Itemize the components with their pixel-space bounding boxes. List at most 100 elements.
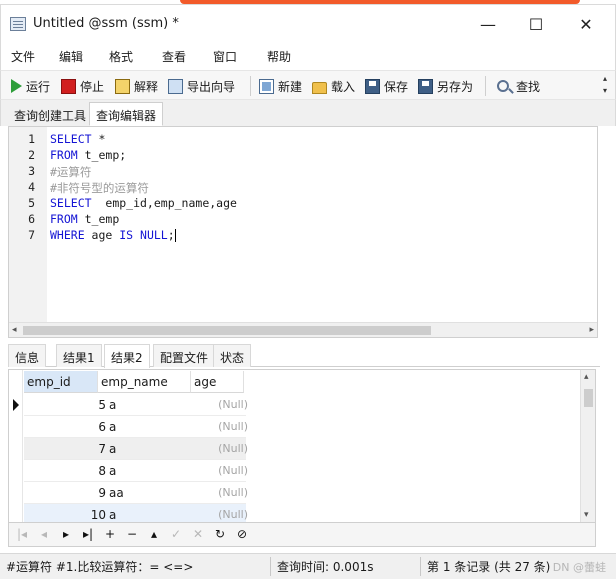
run-button[interactable]: 运行	[11, 77, 50, 95]
editor-tab-strip: 查询创建工具 查询编辑器	[0, 100, 616, 126]
sql-text: emp_id,emp_name,age	[91, 196, 237, 210]
search-icon	[497, 80, 509, 92]
tab-status[interactable]: 状态	[213, 344, 252, 367]
run-label: 运行	[26, 79, 51, 94]
cell-emp-id[interactable]: 5	[24, 398, 106, 412]
table-row[interactable]: 10 a (Null)	[24, 504, 248, 522]
menu-view[interactable]: 查看	[162, 48, 186, 65]
stop-button[interactable]: ⊘	[235, 527, 249, 541]
explain-label: 解释	[134, 79, 159, 94]
cell-emp-id[interactable]: 6	[24, 420, 106, 434]
status-record-info: 第 1 条记录 (共 27 条)	[427, 560, 551, 574]
toolbar: 运行 停止 解释 导出向导 新建 载入 保存 另存为 查找 ▴ ▾	[0, 70, 616, 100]
toolbar-divider	[250, 76, 251, 96]
tab-query-builder[interactable]: 查询创建工具	[7, 102, 93, 126]
scrollbar-thumb[interactable]	[584, 389, 593, 407]
refresh-button[interactable]: ↻	[213, 527, 227, 541]
menu-edit[interactable]: 编辑	[59, 48, 83, 65]
line-number: 4	[28, 180, 35, 194]
scroll-right-icon[interactable]: ▸	[589, 325, 594, 335]
status-query-time: 查询时间: 0.001s	[277, 560, 374, 574]
find-label: 查找	[516, 79, 541, 94]
sql-keyword: FROM	[50, 148, 78, 162]
cell-emp-name[interactable]: a	[109, 464, 116, 478]
delete-record-button[interactable]: −	[125, 527, 139, 541]
scrollbar-thumb[interactable]	[23, 326, 431, 335]
apply-changes-button[interactable]: ▴	[147, 527, 161, 541]
cell-emp-name[interactable]: a	[109, 398, 116, 412]
save-as-button[interactable]: 另存为	[418, 77, 473, 95]
close-icon[interactable]: ✕	[563, 9, 609, 39]
cell-emp-name[interactable]: a	[109, 442, 116, 456]
tab-result-1[interactable]: 结果1	[56, 344, 102, 367]
scroll-down-icon[interactable]: ▾	[584, 510, 589, 520]
discard-button[interactable]: ✕	[191, 527, 205, 541]
load-button[interactable]: 载入	[312, 77, 355, 95]
tab-query-editor[interactable]: 查询编辑器	[89, 102, 164, 126]
code-line: SELECT emp_id,emp_name,age	[50, 196, 237, 210]
menu-window[interactable]: 窗口	[213, 48, 237, 65]
sql-editor[interactable]: 1 2 3 4 5 6 7 SELECT * FROM t_emp; #运算符 #非符号型的运算符…	[8, 126, 598, 338]
cell-emp-id[interactable]: 7	[24, 442, 106, 456]
confirm-button[interactable]: ✓	[169, 527, 183, 541]
tab-info[interactable]: 信息	[8, 344, 47, 367]
cell-emp-name[interactable]: aa	[109, 486, 124, 500]
explain-button[interactable]: 解释	[115, 77, 158, 95]
sql-text: t_emp	[77, 212, 120, 226]
menu-format[interactable]: 格式	[109, 48, 133, 65]
grid-vertical-scrollbar[interactable]: ▴ ▾	[580, 370, 595, 522]
prev-record-button[interactable]: ◂	[37, 527, 51, 541]
record-navigation-bar: |◂ ◂ ▸ ▸| + − ▴ ✓ ✕ ↻ ⊘	[8, 523, 596, 547]
cell-age[interactable]: (Null)	[202, 398, 248, 411]
tab-result-2[interactable]: 结果2	[104, 344, 150, 368]
cell-age[interactable]: (Null)	[202, 486, 248, 499]
table-row[interactable]: 5 a (Null)	[24, 394, 248, 416]
maximize-icon[interactable]: ☐	[513, 9, 559, 39]
editor-horizontal-scrollbar[interactable]: ◂ ▸	[9, 322, 597, 337]
column-header-age[interactable]: age	[191, 371, 244, 393]
line-number-gutter: 1 2 3 4 5 6 7	[9, 127, 47, 323]
first-record-button[interactable]: |◂	[15, 527, 29, 541]
cell-emp-id[interactable]: 9	[24, 486, 106, 500]
cell-emp-id[interactable]: 8	[24, 464, 106, 478]
next-record-button[interactable]: ▸	[59, 527, 73, 541]
stop-icon	[61, 78, 76, 94]
cell-age[interactable]: (Null)	[202, 420, 248, 433]
last-record-button[interactable]: ▸|	[81, 527, 95, 541]
line-number: 3	[28, 164, 35, 178]
new-query-icon	[259, 78, 274, 94]
minimize-icon[interactable]: —	[465, 9, 511, 39]
line-number: 1	[28, 132, 35, 146]
cell-age[interactable]: (Null)	[202, 464, 248, 477]
folder-open-icon	[312, 81, 327, 94]
save-button[interactable]: 保存	[365, 77, 408, 95]
tab-profile[interactable]: 配置文件	[153, 344, 216, 367]
table-row[interactable]: 7 a (Null)	[24, 438, 248, 460]
line-number: 2	[28, 148, 35, 162]
toolbar-overflow-icon[interactable]: ▴ ▾	[603, 73, 607, 97]
scroll-left-icon[interactable]: ◂	[12, 325, 17, 335]
find-button[interactable]: 查找	[497, 77, 540, 95]
table-row[interactable]: 6 a (Null)	[24, 416, 248, 438]
export-wizard-button[interactable]: 导出向导	[168, 77, 235, 95]
result-grid[interactable]: emp_id emp_name age 5 a (Null) 6 a (Null) 7 a (N…	[8, 369, 596, 523]
menu-help[interactable]: 帮助	[267, 48, 291, 65]
cell-age[interactable]: (Null)	[202, 442, 248, 455]
add-record-button[interactable]: +	[103, 527, 117, 541]
menu-file[interactable]: 文件	[11, 48, 35, 65]
watermark: DN @蕾蛙	[552, 561, 606, 574]
new-button[interactable]: 新建	[259, 77, 302, 95]
scroll-up-icon[interactable]: ▴	[584, 372, 589, 382]
cell-age[interactable]: (Null)	[202, 508, 248, 521]
column-header-emp-id[interactable]: emp_id	[24, 371, 98, 393]
export-wizard-icon	[168, 78, 183, 94]
sql-keyword: WHERE	[50, 228, 85, 242]
stop-button[interactable]: 停止	[61, 77, 104, 95]
table-row[interactable]: 9 aa (Null)	[24, 482, 248, 504]
sql-text: *	[91, 132, 106, 146]
cell-emp-name[interactable]: a	[109, 420, 116, 434]
column-header-emp-name[interactable]: emp_name	[98, 371, 191, 393]
cell-emp-id[interactable]: 10	[24, 508, 106, 522]
cell-emp-name[interactable]: a	[109, 508, 116, 522]
table-row[interactable]: 8 a (Null)	[24, 460, 248, 482]
